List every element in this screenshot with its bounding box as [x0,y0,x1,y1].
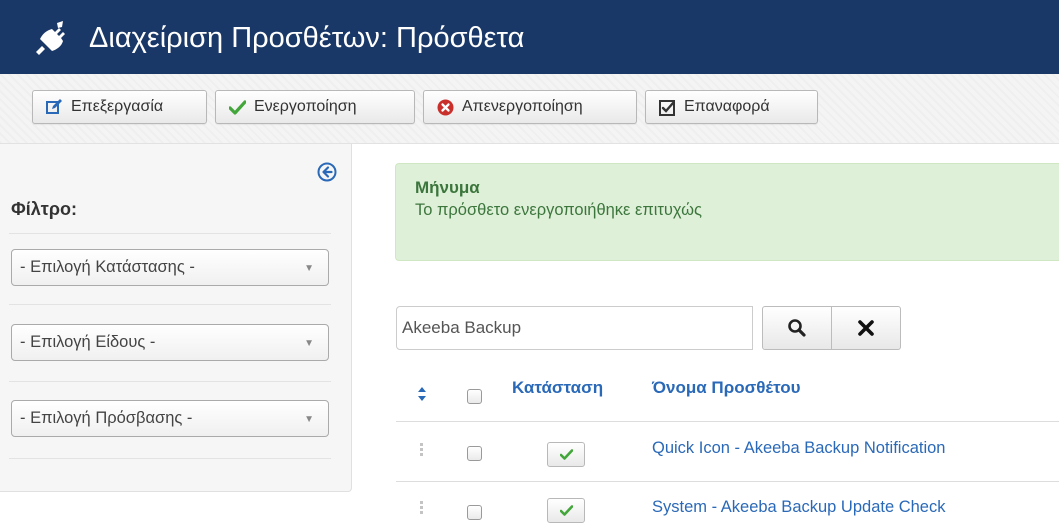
drag-handle-icon[interactable] [420,443,424,458]
filter-title: Φίλτρο: [11,199,77,219]
row-checkbox[interactable] [467,505,482,520]
name-column-header[interactable]: Όνομα Προσθέτου [652,378,801,398]
row-checkbox[interactable] [467,446,482,461]
plugin-name-link[interactable]: System - Akeeba Backup Update Check [652,498,946,517]
close-icon [858,320,874,336]
toolbar: Επεξεργασία Ενεργοποίηση Απενεργοποίηση … [0,74,1059,144]
checkin-button[interactable]: Επαναφορά [645,90,818,124]
status-toggle-button[interactable] [547,442,585,467]
plug-icon [36,21,65,55]
divider [9,233,331,234]
checkin-label: Επαναφορά [684,98,770,115]
alert-heading: Μήνυμα [415,178,480,197]
divider [9,381,331,382]
type-filter-value: - Επιλογή Είδους - [20,333,156,351]
collapse-sidebar-icon[interactable] [317,162,337,182]
edit-icon [45,98,63,116]
status-column-header[interactable]: Κατάσταση [512,378,603,398]
edit-label: Επεξεργασία [71,98,164,115]
chevron-down-icon: ▼ [304,263,314,274]
access-filter-select[interactable]: - Επιλογή Πρόσβασης - ▼ [11,400,329,437]
search-icon [788,319,806,337]
enable-button[interactable]: Ενεργοποίηση [215,90,415,124]
status-toggle-button[interactable] [547,498,585,523]
disable-button[interactable]: Απενεργοποίηση [423,90,637,124]
type-filter-select[interactable]: - Επιλογή Είδους - ▼ [11,324,329,361]
edit-button[interactable]: Επεξεργασία [32,90,207,124]
sidebar [0,144,352,492]
check-icon [228,98,246,116]
page-header: Διαχείριση Προσθέτων: Πρόσθετα [0,0,1059,74]
enable-label: Ενεργοποίηση [254,98,357,115]
search-input[interactable]: Akeeba Backup [396,306,753,350]
alert-message: Το πρόσθετο ενεργοποιήθηκε επιτυχώς [415,201,702,219]
status-filter-value: - Επιλογή Κατάστασης - [20,258,195,276]
drag-handle-icon[interactable] [420,501,424,516]
disable-label: Απενεργοποίηση [462,98,583,115]
success-alert: Μήνυμα Το πρόσθετο ενεργοποιήθηκε επιτυχ… [395,163,1059,261]
clear-search-button[interactable] [831,306,901,350]
status-filter-select[interactable]: - Επιλογή Κατάστασης - ▼ [11,249,329,286]
select-all-checkbox[interactable] [467,389,482,404]
divider [396,421,1059,422]
chevron-down-icon: ▼ [304,338,314,349]
search-value: Akeeba Backup [402,318,522,337]
divider [9,458,331,459]
plugin-name-link[interactable]: Quick Icon - Akeeba Backup Notification [652,439,946,458]
divider [9,304,331,305]
search-button[interactable] [762,306,832,350]
check-icon [559,505,573,516]
check-icon [559,449,573,460]
disable-icon [436,98,454,116]
access-filter-value: - Επιλογή Πρόσβασης - [20,409,193,427]
divider [396,481,1059,482]
page-title: Διαχείριση Προσθέτων: Πρόσθετα [89,22,525,54]
sort-icon[interactable] [417,386,427,402]
checkbox-icon [658,98,676,116]
chevron-down-icon: ▼ [304,414,314,425]
